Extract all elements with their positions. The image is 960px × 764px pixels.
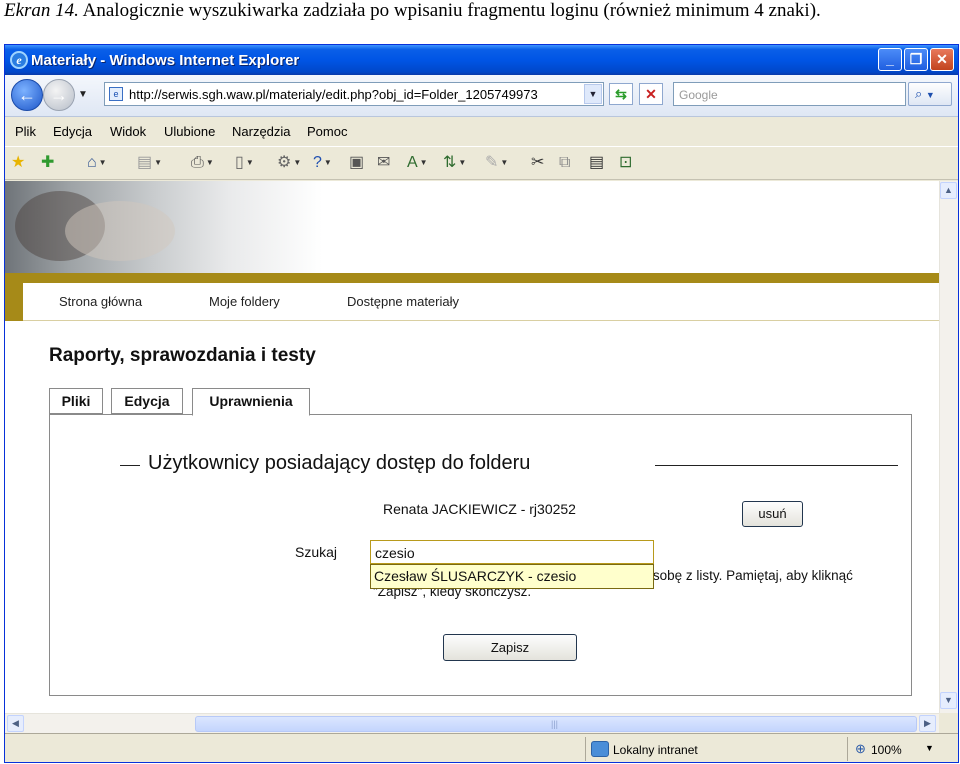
section-legend: Użytkownicy posiadający dostęp do folder… — [148, 452, 531, 474]
user-entry: Renata JACKIEWICZ - rj30252 — [383, 501, 576, 517]
copy-icon[interactable]: ⧉ — [559, 153, 570, 173]
menu-help[interactable]: Pomoc — [307, 124, 347, 139]
security-zone-label: Lokalny intranet — [613, 743, 698, 757]
menu-bar: Plik Edycja Widok Ulubione Narzędzia Pom… — [5, 118, 958, 146]
search-placeholder: Google — [679, 88, 718, 102]
history-dropdown-icon[interactable]: ▼ — [78, 89, 88, 100]
title-bar[interactable]: e Materiały - Windows Internet Explorer … — [5, 45, 958, 75]
scroll-up-icon[interactable]: ▲ — [940, 182, 957, 199]
spelling-icon[interactable]: ⇅ ▼ — [443, 153, 466, 173]
page-icon: e — [109, 87, 123, 101]
help-icon[interactable]: ? ▼ — [313, 153, 332, 173]
window-title: Materiały - Windows Internet Explorer — [31, 52, 300, 69]
stop-icon[interactable]: ✕ — [639, 83, 663, 105]
print-icon[interactable]: ⎙ ▼ — [191, 153, 214, 173]
zoom-level[interactable]: 100% — [871, 743, 902, 757]
favorites-star-icon[interactable]: ★ — [11, 153, 25, 173]
tab-permissions[interactable]: Uprawnienia — [192, 388, 310, 416]
pen-icon[interactable]: ✎ ▼ — [485, 153, 508, 173]
home-icon[interactable]: ⌂ ▼ — [87, 153, 107, 173]
paste-icon[interactable]: ▤ — [589, 153, 604, 173]
search-label: Szukaj — [295, 544, 338, 560]
forward-button[interactable]: → — [43, 79, 75, 111]
status-separator — [585, 737, 586, 761]
page-viewport: Strona główna Moje foldery Dostępne mate… — [5, 181, 939, 713]
restore-button[interactable]: ❐ — [904, 48, 928, 71]
gold-divider — [5, 273, 939, 283]
command-toolbar: ★ ✚ ⌂ ▼ ▤ ▼ ⎙ ▼ ▯ ▼ ⚙ ▼ ? ▼ ▣ ✉ A ▼ ⇅ ▼ ✎ ▼ ✂ ⧉ ▤… — [5, 146, 958, 180]
scroll-right-icon[interactable]: ▶ — [919, 715, 936, 732]
address-dropdown-icon[interactable]: ▼ — [584, 84, 602, 104]
menu-file[interactable]: Plik — [15, 124, 36, 139]
page-menu-icon[interactable]: ▯ ▼ — [235, 153, 254, 173]
search-icon: ⌕ — [915, 86, 923, 101]
close-button[interactable]: ✕ — [930, 48, 954, 71]
address-url: http://serwis.sgh.waw.pl/materialy/edit.… — [129, 87, 538, 102]
cut-icon[interactable]: ✂ — [531, 153, 544, 173]
menu-tools[interactable]: Narzędzia — [232, 124, 291, 139]
scroll-left-icon[interactable]: ◀ — [7, 715, 24, 732]
ie-logo-icon: e — [10, 51, 28, 69]
refresh-icon[interactable]: ⇆ — [609, 83, 633, 105]
legend-rule-right — [655, 465, 898, 466]
minimize-button[interactable]: _ — [878, 48, 902, 71]
window-icon[interactable]: ⊡ — [619, 153, 632, 173]
horizontal-scrollbar[interactable]: ◀ ||| ▶ — [5, 713, 939, 733]
legend-rule-left — [120, 465, 140, 466]
tools-gear-icon[interactable]: ⚙ ▼ — [277, 153, 301, 173]
nav-my-folders-link[interactable]: Moje foldery — [209, 294, 280, 309]
remove-user-button[interactable]: usuń — [742, 501, 803, 527]
nav-accent — [5, 283, 23, 321]
zoom-dropdown-icon[interactable]: ▼ — [925, 743, 934, 753]
translate-icon[interactable]: A ▼ — [407, 153, 428, 173]
user-search-input[interactable]: czesio — [370, 540, 654, 564]
menu-edit[interactable]: Edycja — [53, 124, 92, 139]
figure-caption: Ekran 14. Analogicznie wyszukiwarka zadz… — [4, 0, 956, 24]
feeds-icon[interactable]: ▤ ▼ — [137, 153, 162, 173]
caption-text: Analogicznie wyszukiwarka zadziała po wp… — [82, 0, 821, 21]
scroll-down-icon[interactable]: ▼ — [940, 692, 957, 709]
scroll-corner — [939, 713, 958, 733]
tab-files[interactable]: Pliki — [49, 388, 103, 414]
address-bar-row: ← → ▼ e http://serwis.sgh.waw.pl/materia… — [5, 75, 958, 117]
chevron-down-icon: ▼ — [925, 90, 935, 100]
research-icon[interactable]: ▣ — [349, 153, 364, 173]
menu-favorites[interactable]: Ulubione — [164, 124, 215, 139]
caption-prefix: Ekran 14. — [4, 0, 79, 21]
grip-icon: ||| — [551, 719, 559, 729]
save-button[interactable]: Zapisz — [443, 634, 577, 661]
back-button[interactable]: ← — [11, 79, 43, 111]
status-bar: Lokalny intranet ⊕ 100% ▼ — [5, 733, 958, 762]
menu-view[interactable]: Widok — [110, 124, 146, 139]
site-navigation: Strona główna Moje foldery Dostępne mate… — [5, 283, 939, 321]
search-go-button[interactable]: ⌕ ▼ — [908, 82, 952, 106]
nav-available-materials-link[interactable]: Dostępne materiały — [347, 294, 459, 309]
page-title: Raporty, sprawozdania i testy — [49, 345, 316, 366]
address-field[interactable]: e http://serwis.sgh.waw.pl/materialy/edi… — [104, 82, 604, 106]
permissions-panel: Użytkownicy posiadający dostęp do folder… — [49, 414, 912, 696]
site-banner — [5, 181, 939, 273]
ie-window: e Materiały - Windows Internet Explorer … — [4, 44, 959, 763]
horizontal-scroll-thumb[interactable]: ||| — [195, 716, 917, 732]
status-separator — [847, 737, 848, 761]
vertical-scrollbar[interactable]: ▲ ▼ — [939, 181, 958, 713]
nav-home-link[interactable]: Strona główna — [59, 294, 142, 309]
add-favorite-icon[interactable]: ✚ — [41, 153, 54, 173]
zoom-icon[interactable]: ⊕ — [855, 741, 866, 757]
autocomplete-suggestion[interactable]: Czesław ŚLUSARCZYK - czesio — [370, 564, 654, 589]
banner-photo-shape — [65, 201, 175, 261]
tab-edit[interactable]: Edycja — [111, 388, 183, 414]
intranet-zone-icon — [591, 741, 609, 757]
search-field[interactable]: Google — [673, 82, 906, 106]
mail-icon[interactable]: ✉ — [377, 153, 390, 173]
search-input-value: czesio — [375, 545, 415, 561]
